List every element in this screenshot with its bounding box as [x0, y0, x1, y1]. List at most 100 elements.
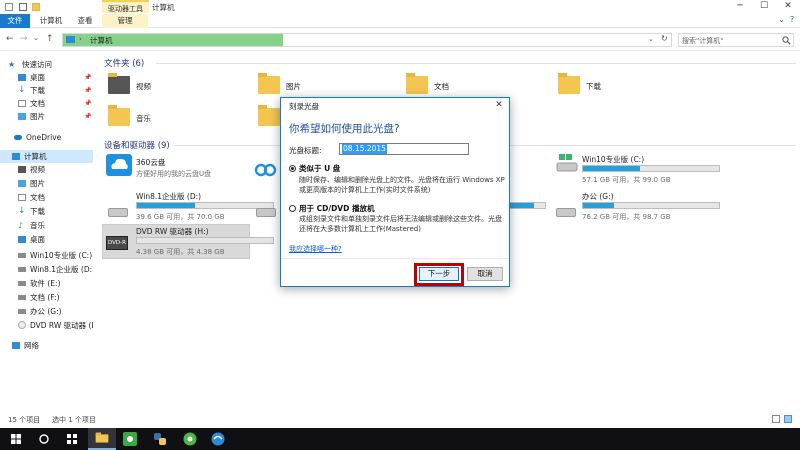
sidebar-item-dvd-drive[interactable]: DVD RW 驱动器 (H — [0, 319, 93, 332]
cloud-drive-icon[interactable] — [106, 154, 132, 176]
sidebar-item-pictures[interactable]: 图片 📌 — [0, 110, 93, 123]
start-button-icon[interactable] — [2, 428, 30, 450]
desktop-icon — [18, 236, 26, 243]
documents-folder-icon[interactable] — [406, 73, 428, 94]
tab-file[interactable]: 文件 — [0, 14, 30, 28]
sidebar-item-drive-c[interactable]: Win10专业版 (C:) — [0, 249, 93, 262]
sidebar-item-quick-access[interactable]: ★ 快速访问 — [0, 58, 93, 71]
sidebar-item-downloads-2[interactable]: ↓ 下载 — [0, 205, 93, 218]
drive-d-icon[interactable] — [108, 208, 128, 217]
task-view-icon[interactable] — [58, 428, 86, 450]
sidebar-item-downloads[interactable]: ↓ 下载 📌 — [0, 84, 93, 97]
properties-icon[interactable] — [19, 3, 27, 11]
address-dropdown-icon[interactable]: ⌄ — [648, 35, 654, 43]
option-usb-title[interactable]: 类似于 U 盘 — [299, 163, 340, 174]
pictures-folder-icon[interactable] — [258, 73, 280, 94]
sidebar-item-desktop-2[interactable]: 桌面 — [0, 233, 93, 246]
tab-manage[interactable]: 管理 — [102, 14, 148, 28]
option-cd-dvd-title[interactable]: 用于 CD/DVD 播放机 — [299, 203, 374, 214]
drive-d-name[interactable]: Win8.1企业版 (D:) — [136, 191, 201, 202]
video-folder-icon[interactable] — [108, 73, 130, 94]
sidebar-item-drive-f[interactable]: 文档 (F:) — [0, 291, 93, 304]
folder-documents[interactable]: 文档 — [434, 81, 449, 92]
cancel-button[interactable]: 取消 — [467, 267, 503, 281]
pin-icon[interactable]: 📌 — [84, 97, 91, 110]
dvd-drive-name[interactable]: DVD RW 驱动器 (H:) — [136, 226, 209, 237]
disc-title-label: 光盘标题: — [289, 146, 322, 155]
drive-g-name[interactable]: 办公 (G:) — [582, 191, 614, 202]
folders-group-header[interactable]: 文件夹 (6) — [104, 57, 144, 69]
sidebar-item-drive-d[interactable]: Win8.1企业版 (D:) — [0, 263, 93, 276]
sidebar-item-drive-g[interactable]: 办公 (G:) — [0, 305, 93, 318]
back-button[interactable]: ← — [6, 34, 14, 44]
option-usb-radio[interactable] — [289, 165, 296, 172]
browser-blue-icon[interactable] — [204, 428, 232, 450]
close-button[interactable]: ✕ — [776, 0, 800, 14]
sidebar-item-music[interactable]: ♪ 音乐 — [0, 219, 93, 232]
devices-group-header[interactable]: 设备和驱动器 (9) — [104, 139, 170, 151]
search-icon[interactable] — [782, 36, 791, 45]
sidebar-item-documents-2[interactable]: 文档 — [0, 191, 93, 204]
option-cd-dvd-desc: 成组刻录文件和单独刻录文件后将无法编辑或删除这些文件。光盘还将在大多数计算机上工… — [299, 215, 502, 233]
folder-videos[interactable]: 视频 — [136, 81, 151, 92]
qa-menu-icon[interactable] — [45, 3, 53, 11]
sidebar-item-onedrive[interactable]: OneDrive — [0, 131, 93, 144]
folder-downloads[interactable]: 下载 — [586, 81, 601, 92]
app-green-icon[interactable] — [116, 428, 144, 450]
search-icon[interactable] — [30, 428, 58, 450]
drive-g-icon[interactable] — [556, 208, 576, 217]
ribbon-collapse-icon[interactable]: ⌄ — [778, 15, 785, 24]
details-view-icon[interactable] — [772, 415, 780, 423]
address-bar[interactable]: › 计算机 ⌄ ↻ — [62, 33, 672, 47]
sidebar-item-label: 办公 (G:) — [30, 307, 62, 316]
maximize-button[interactable]: ☐ — [752, 0, 776, 14]
sidebar-item-label: 文档 — [30, 193, 45, 202]
music-folder-icon[interactable] — [108, 105, 130, 126]
refresh-icon[interactable]: ↻ — [661, 34, 668, 43]
sidebar-item-network[interactable]: 网络 — [0, 339, 93, 352]
dvd-drive-icon[interactable]: DVD-R — [106, 236, 128, 250]
sidebar-item-pictures-2[interactable]: 图片 — [0, 177, 93, 190]
cloud-drive-name[interactable]: 360云盘 — [136, 157, 165, 168]
sidebar-item-label: 音乐 — [30, 221, 45, 230]
drive-c-info: 57.1 GB 可用，共 99.0 GB — [582, 176, 671, 184]
sync-app-icon[interactable] — [254, 159, 278, 179]
recent-locations-button[interactable]: ⌄ — [33, 34, 39, 42]
sidebar-item-videos[interactable]: 视频 — [0, 163, 93, 176]
drive-g-usage-bar — [582, 202, 720, 209]
large-icons-view-icon[interactable] — [784, 415, 792, 423]
next-button[interactable]: 下一步 — [419, 267, 459, 281]
pin-icon[interactable]: 📌 — [84, 84, 91, 97]
forward-button[interactable]: → — [20, 34, 28, 44]
desktop-folder-icon[interactable] — [258, 105, 280, 126]
pin-icon[interactable]: 📌 — [84, 71, 91, 84]
drive-e-icon[interactable] — [256, 208, 276, 217]
search-input[interactable]: 搜索"计算机" — [678, 33, 794, 47]
minimize-button[interactable]: ─ — [728, 0, 752, 14]
disc-title-field[interactable]: 08.15.2015 — [339, 143, 469, 155]
sidebar-item-label: 图片 — [30, 112, 45, 121]
browser-green-icon[interactable] — [176, 428, 204, 450]
sidebar-item-drive-e[interactable]: 软件 (E:) — [0, 277, 93, 290]
python-icon[interactable] — [146, 428, 174, 450]
option-cd-dvd-radio[interactable] — [289, 205, 296, 212]
option-usb-desc: 随时保存、编辑和删除光盘上的文件。光盘将在运行 Windows XP 或更高版本… — [299, 176, 505, 194]
tab-computer[interactable]: 计算机 — [36, 14, 66, 28]
folder-pictures[interactable]: 图片 — [286, 81, 301, 92]
drive-c-name[interactable]: Win10专业版 (C:) — [582, 154, 644, 165]
sidebar-item-desktop[interactable]: 桌面 📌 — [0, 71, 93, 84]
breadcrumb[interactable]: 计算机 — [90, 35, 113, 46]
windows-drive-icon[interactable] — [556, 153, 578, 173]
help-choose-link[interactable]: 我应选择哪一种? — [289, 244, 342, 254]
tab-view[interactable]: 查看 — [72, 14, 98, 28]
sidebar-item-documents[interactable]: 文档 📌 — [0, 97, 93, 110]
new-folder-icon[interactable] — [32, 3, 40, 11]
help-icon[interactable]: ? — [790, 15, 794, 24]
file-explorer-icon[interactable] — [88, 428, 116, 450]
dialog-close-button[interactable]: ✕ — [491, 99, 507, 111]
folder-music[interactable]: 音乐 — [136, 113, 151, 124]
up-button[interactable]: ↑ — [46, 34, 54, 44]
downloads-folder-icon[interactable] — [558, 73, 580, 94]
sidebar-item-computer[interactable]: 计算机 — [0, 150, 93, 163]
pin-icon[interactable]: 📌 — [84, 110, 91, 123]
